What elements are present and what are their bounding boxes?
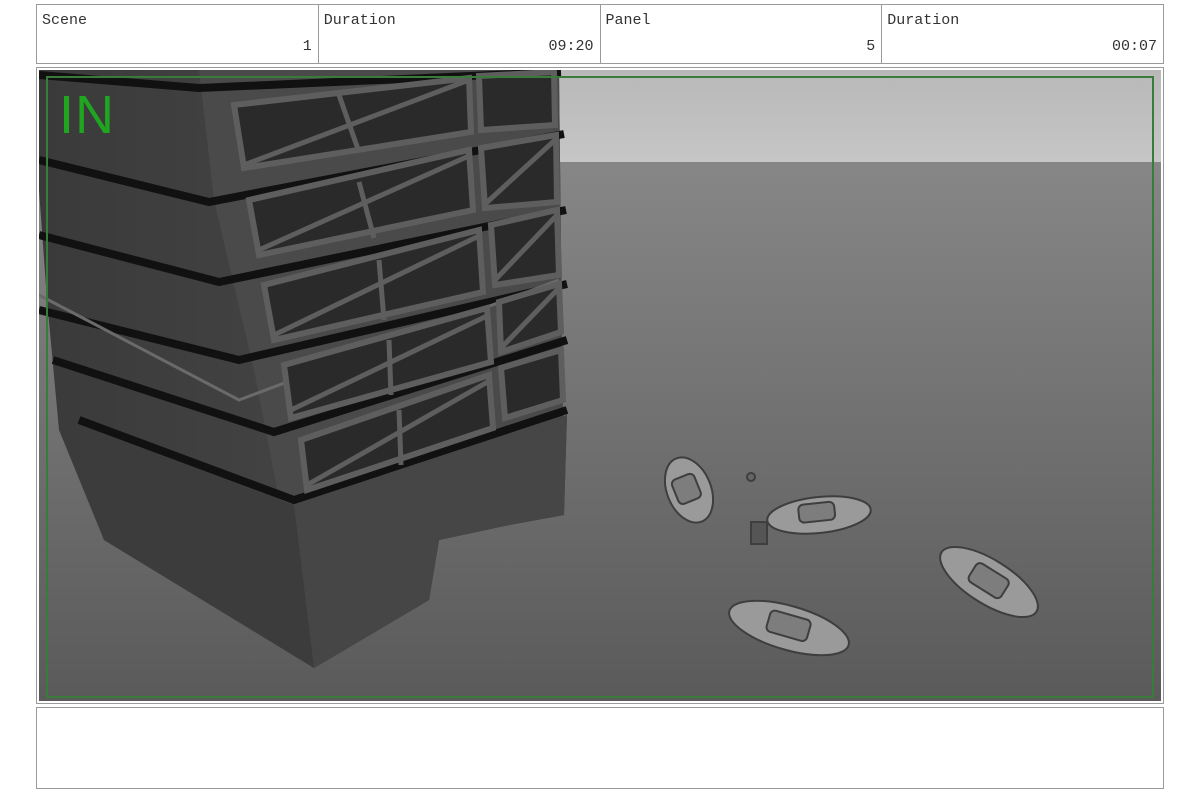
panel-info-bar: Scene 1 Duration 09:20 Panel 5 Duration … xyxy=(36,4,1164,64)
scene-duration-value[interactable]: 09:20 xyxy=(548,38,593,55)
panel-duration-label: Duration xyxy=(887,12,960,29)
scene-duration-cell: Duration 09:20 xyxy=(319,5,601,63)
3d-scene-render[interactable]: IN xyxy=(39,70,1161,701)
panel-number[interactable]: 5 xyxy=(866,38,875,55)
panel-label: Panel xyxy=(605,12,651,29)
scene-number[interactable]: 1 xyxy=(303,38,312,55)
sky-band xyxy=(519,70,1161,162)
panel-duration-cell: Duration 00:07 xyxy=(882,5,1163,63)
scene-cell: Scene 1 xyxy=(37,5,319,63)
panel-cell: Panel 5 xyxy=(601,5,883,63)
in-marker-label: IN xyxy=(59,85,115,145)
storyboard-panel-viewport[interactable]: IN xyxy=(36,67,1164,704)
panel-duration-value[interactable]: 00:07 xyxy=(1112,38,1157,55)
scene-illustration xyxy=(39,70,1161,701)
scene-duration-label: Duration xyxy=(323,12,396,29)
panel-notes-box[interactable] xyxy=(36,707,1164,789)
scene-label: Scene xyxy=(42,12,88,29)
